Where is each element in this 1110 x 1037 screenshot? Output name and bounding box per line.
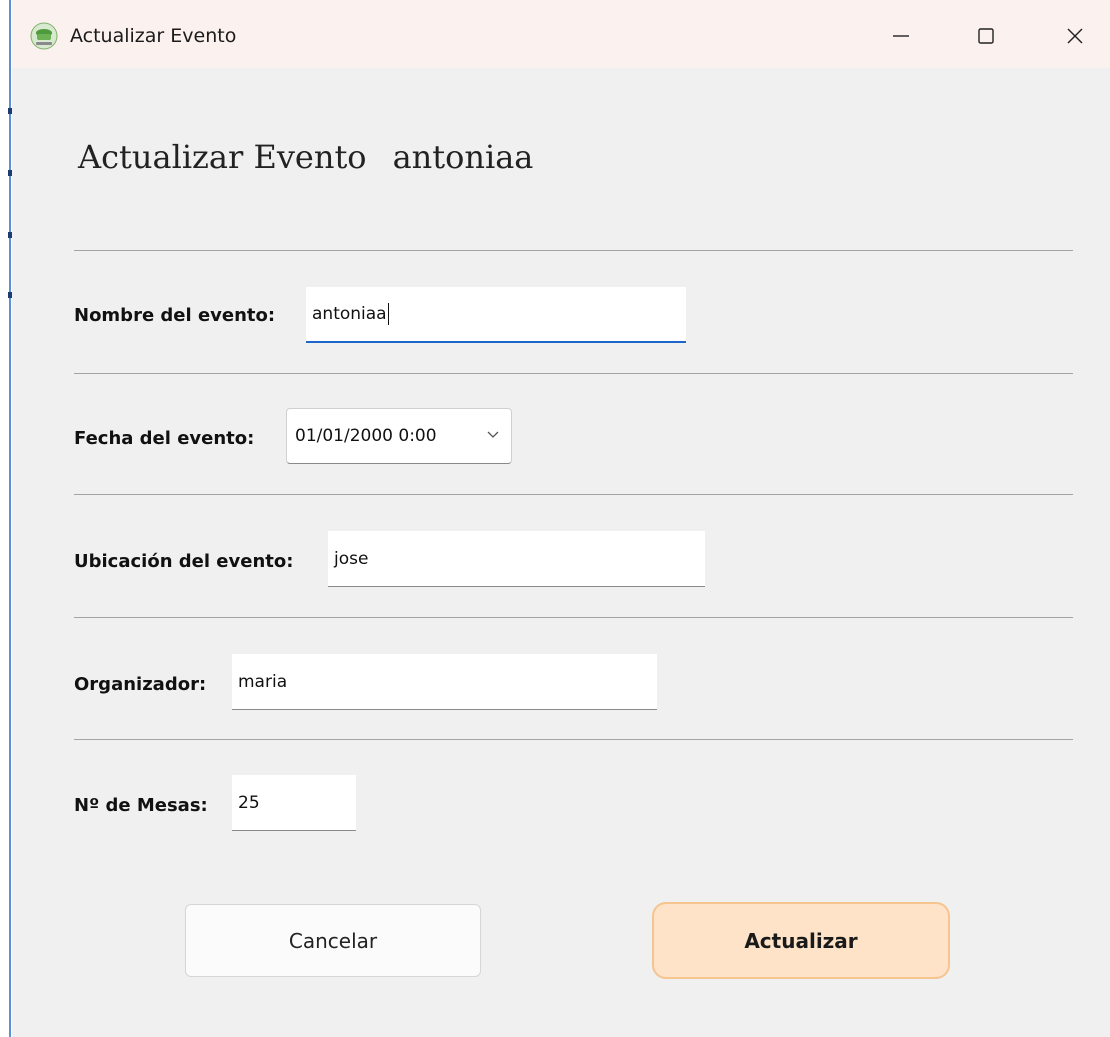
background-window-edge: [0, 0, 12, 1037]
event-location-value: jose: [334, 548, 369, 569]
tables-count-value: 25: [238, 792, 260, 813]
mesas-label: Nº de Mesas:: [74, 795, 208, 816]
divider: [74, 250, 1073, 251]
close-icon: [1067, 28, 1083, 44]
event-name-heading: antoniaa: [392, 138, 534, 176]
maximize-icon: [978, 28, 994, 44]
nombre-label: Nombre del evento:: [74, 305, 276, 326]
minimize-button[interactable]: [878, 14, 924, 58]
window-title: Actualizar Evento: [70, 25, 237, 47]
divider: [74, 494, 1073, 495]
close-button[interactable]: [1052, 14, 1098, 58]
minimize-icon: [893, 35, 909, 37]
update-button[interactable]: Actualizar: [652, 902, 950, 979]
title-bar[interactable]: Actualizar Evento: [12, 0, 1110, 68]
divider: [74, 739, 1073, 740]
divider: [74, 617, 1073, 618]
cancel-button-label: Cancelar: [288, 928, 378, 953]
text-caret: [387, 303, 389, 325]
organizer-input[interactable]: maria: [232, 654, 657, 710]
background-window-border: [9, 0, 11, 1037]
page-title: Actualizar Evento antoniaa: [78, 138, 533, 176]
cancel-button[interactable]: Cancelar: [185, 904, 481, 977]
divider: [74, 373, 1073, 374]
event-location-input[interactable]: jose: [328, 531, 705, 587]
update-button-label: Actualizar: [744, 928, 858, 953]
organizer-value: maria: [238, 671, 288, 692]
event-name-value: antoniaa: [312, 304, 387, 324]
app-icon: [30, 22, 58, 50]
event-date-picker[interactable]: 01/01/2000 0:00: [286, 408, 512, 464]
event-date-value: 01/01/2000 0:00: [295, 426, 437, 446]
tables-count-input[interactable]: 25: [232, 775, 356, 831]
ubicacion-label: Ubicación del evento:: [74, 551, 294, 572]
dialog-window: Actualizar Evento Actualizar Evento anton…: [12, 0, 1110, 1037]
chevron-down-icon: [485, 426, 501, 447]
organizador-label: Organizador:: [74, 674, 207, 695]
event-name-input[interactable]: antoniaa: [306, 287, 686, 343]
page-title-text: Actualizar Evento: [78, 138, 367, 176]
maximize-button[interactable]: [963, 14, 1009, 58]
fecha-label: Fecha del evento:: [74, 428, 255, 449]
